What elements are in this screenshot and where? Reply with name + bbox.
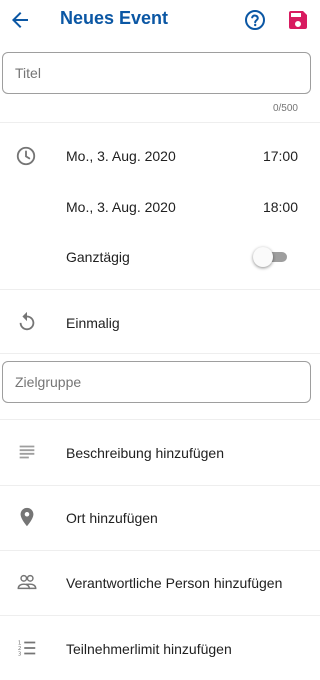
title-char-counter: 0/500 (272, 103, 298, 114)
help-circle-icon[interactable] (243, 8, 267, 32)
divider (0, 615, 320, 616)
numbered-list-icon: 1 2 3 (18, 640, 36, 657)
add-description[interactable]: Beschreibung hinzufügen (66, 445, 224, 461)
divider (0, 289, 320, 290)
title-field[interactable] (2, 52, 311, 94)
page-title: Neues Event (60, 8, 169, 28)
divider (0, 550, 320, 551)
start-date[interactable]: Mo., 3. Aug. 2020 (66, 148, 176, 164)
divider (0, 353, 320, 354)
add-responsible-person[interactable]: Verantwortliche Person hinzufügen (66, 575, 282, 591)
repeat-icon (19, 311, 35, 331)
people-icon (17, 574, 37, 590)
svg-text:3: 3 (18, 651, 22, 657)
app-bar: Neues Event (0, 0, 320, 40)
allday-toggle[interactable] (253, 247, 289, 267)
divider (0, 419, 320, 420)
divider (0, 485, 320, 486)
recurrence-option[interactable]: Einmalig (66, 315, 120, 331)
add-location[interactable]: Ort hinzufügen (66, 510, 158, 526)
arrow-left-icon[interactable] (8, 8, 32, 32)
audience-input[interactable] (3, 362, 310, 402)
notes-icon (19, 445, 35, 459)
allday-label: Ganztägig (66, 249, 130, 265)
divider (0, 122, 320, 123)
end-date[interactable]: Mo., 3. Aug. 2020 (66, 199, 176, 215)
save-icon[interactable] (286, 8, 310, 32)
audience-field[interactable] (2, 361, 311, 403)
title-input[interactable] (3, 53, 310, 93)
add-participant-limit[interactable]: Teilnehmerlimit hinzufügen (66, 641, 232, 657)
toggle-knob (253, 247, 273, 267)
clock-icon (16, 146, 36, 166)
location-pin-icon (20, 507, 34, 527)
start-time[interactable]: 17:00 (263, 148, 298, 164)
end-time[interactable]: 18:00 (263, 199, 298, 215)
